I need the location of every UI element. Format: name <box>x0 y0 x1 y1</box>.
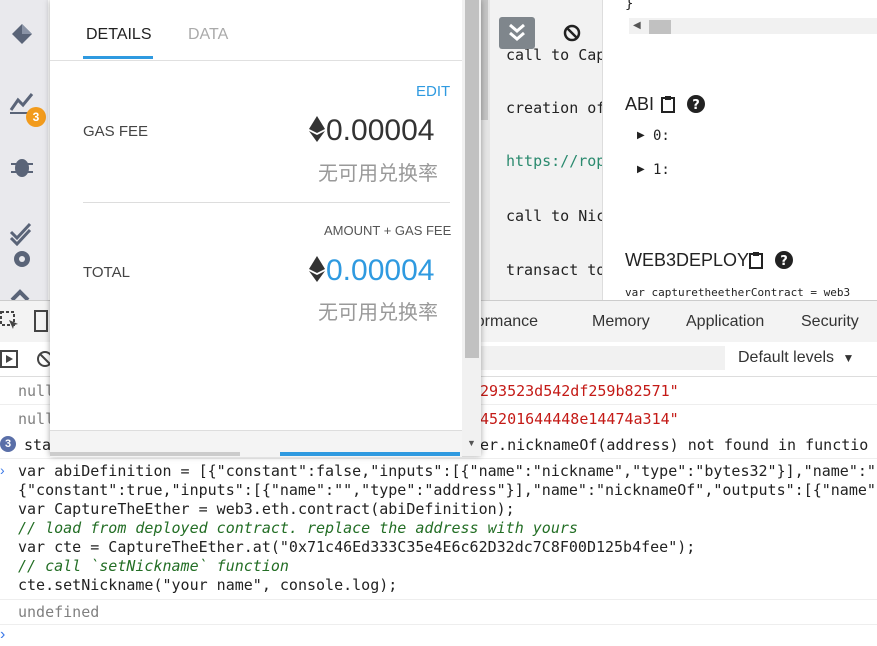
gas-fee-label: GAS FEE <box>83 123 149 140</box>
log-line: transact to <box>506 261 606 279</box>
compile-details-panel: } ◀ ABI ? ▶ 0: ▶ 1: WEB3DEPLOY ? var cap… <box>602 0 877 300</box>
abi-item[interactable]: 0: <box>653 128 670 144</box>
code-line: var cte = CaptureTheEther.at("0x71c46Ed3… <box>18 538 696 556</box>
clipboard-icon[interactable] <box>661 95 675 113</box>
metamask-confirm-popup: DETAILS DATA EDIT GAS FEE 0.00004 无可用兑换率… <box>50 0 481 457</box>
console-hash: 293523d542df259b82571" <box>480 382 679 400</box>
total-label: TOTAL <box>83 264 130 281</box>
amount-gas-fee-label: AMOUNT + GAS FEE <box>324 223 452 238</box>
log-link[interactable]: https://rop <box>506 152 605 170</box>
tab-memory[interactable]: Memory <box>592 313 650 331</box>
code-line: var abiDefinition = [{"constant":false,"… <box>18 462 876 480</box>
console-null: null <box>18 382 55 400</box>
log-levels-dropdown[interactable]: Default levels ▼ <box>738 349 854 367</box>
edit-gas-button[interactable]: EDIT <box>416 83 450 100</box>
clipboard-icon[interactable] <box>749 251 763 269</box>
scroll-left-arrow-icon[interactable]: ◀ <box>633 20 641 31</box>
dropdown-arrow-icon: ▼ <box>842 351 855 365</box>
notification-badge: 3 <box>26 107 46 127</box>
device-toolbar-icon[interactable] <box>32 309 50 333</box>
confirm-button[interactable] <box>280 452 460 456</box>
expand-arrow-icon[interactable]: ▶ <box>637 164 645 175</box>
closing-brace: } <box>625 0 634 12</box>
active-tab-indicator <box>83 56 153 59</box>
svg-text:?: ? <box>692 98 700 113</box>
code-comment: // load from deployed contract. replace … <box>18 519 578 537</box>
settings-gear-icon[interactable] <box>8 245 36 273</box>
code-line: cte.setNickname("your name", console.log… <box>18 576 398 594</box>
tab-application[interactable]: Application <box>686 313 764 331</box>
code-comment: // call `setNickname` function <box>18 557 289 575</box>
total-amount: 0.00004 <box>308 254 434 288</box>
tab-divider <box>50 60 462 61</box>
console-hash: 45201644448e14474a314" <box>480 410 679 428</box>
console-result: undefined <box>18 603 100 621</box>
console-filter-input[interactable] <box>480 346 725 370</box>
warning-text-left: sta <box>24 436 52 454</box>
expand-arrow-icon[interactable]: ▶ <box>637 130 645 141</box>
ethereum-icon <box>309 116 325 142</box>
console-sidebar-icon[interactable] <box>0 350 18 368</box>
remix-logo-icon[interactable] <box>8 20 36 48</box>
double-check-icon[interactable] <box>8 218 36 246</box>
abi-heading: ABI <box>625 94 655 114</box>
reject-button[interactable] <box>50 452 240 456</box>
section-divider <box>83 202 450 203</box>
console-input-chevron-icon: › <box>0 462 5 478</box>
collapse-terminal-button[interactable] <box>499 17 535 49</box>
ban-icon <box>563 24 581 42</box>
code-line: var CaptureTheEther = web3.eth.contract(… <box>18 500 515 518</box>
tab-data[interactable]: DATA <box>188 26 228 44</box>
console-code-block: var abiDefinition = [{"constant":false,"… <box>18 462 876 595</box>
ethereum-icon <box>309 256 325 282</box>
warning-text-right: er.nicknameOf(address) not found in func… <box>480 436 869 454</box>
help-question-icon[interactable]: ? <box>687 95 705 113</box>
popup-scrollbar-thumb[interactable] <box>465 0 479 358</box>
tab-details[interactable]: DETAILS <box>86 26 152 44</box>
divider <box>0 624 877 625</box>
code-line: {"constant":true,"inputs":[{"name":"","t… <box>18 481 876 499</box>
gas-fee-amount: 0.00004 <box>308 114 434 148</box>
abi-item[interactable]: 1: <box>653 162 670 178</box>
debug-bug-icon[interactable] <box>8 152 36 180</box>
log-line: creation of <box>506 99 606 117</box>
scroll-down-arrow-icon[interactable]: ▼ <box>467 438 476 448</box>
clear-terminal-button[interactable] <box>555 17 589 49</box>
log-levels-label: Default levels <box>738 349 835 366</box>
remix-sidebar: 3 <box>0 0 48 302</box>
total-fiat: 无可用兑换率 <box>318 302 438 324</box>
tab-security[interactable]: Security <box>801 313 859 331</box>
total-value: 0.00004 <box>326 254 435 287</box>
gas-fee-value: 0.00004 <box>326 114 435 147</box>
console-null: null <box>18 410 55 428</box>
editor-scrollbar-thumb[interactable] <box>480 0 488 120</box>
log-line: call to Nic <box>506 207 606 225</box>
divider <box>0 599 877 600</box>
repeat-count-badge: 3 <box>0 436 16 452</box>
inspect-element-icon[interactable] <box>0 311 20 331</box>
double-chevron-down-icon <box>509 23 525 41</box>
console-prompt-icon[interactable]: › <box>0 626 5 644</box>
svg-text:?: ? <box>780 254 788 269</box>
horizontal-scrollbar-thumb[interactable] <box>649 20 671 34</box>
gas-fee-fiat: 无可用兑换率 <box>318 163 438 185</box>
web3deploy-code: var capturetheetherContract = web3 <box>625 286 851 299</box>
web3deploy-heading: WEB3DEPLOY <box>625 250 750 270</box>
help-question-icon[interactable]: ? <box>775 251 793 269</box>
